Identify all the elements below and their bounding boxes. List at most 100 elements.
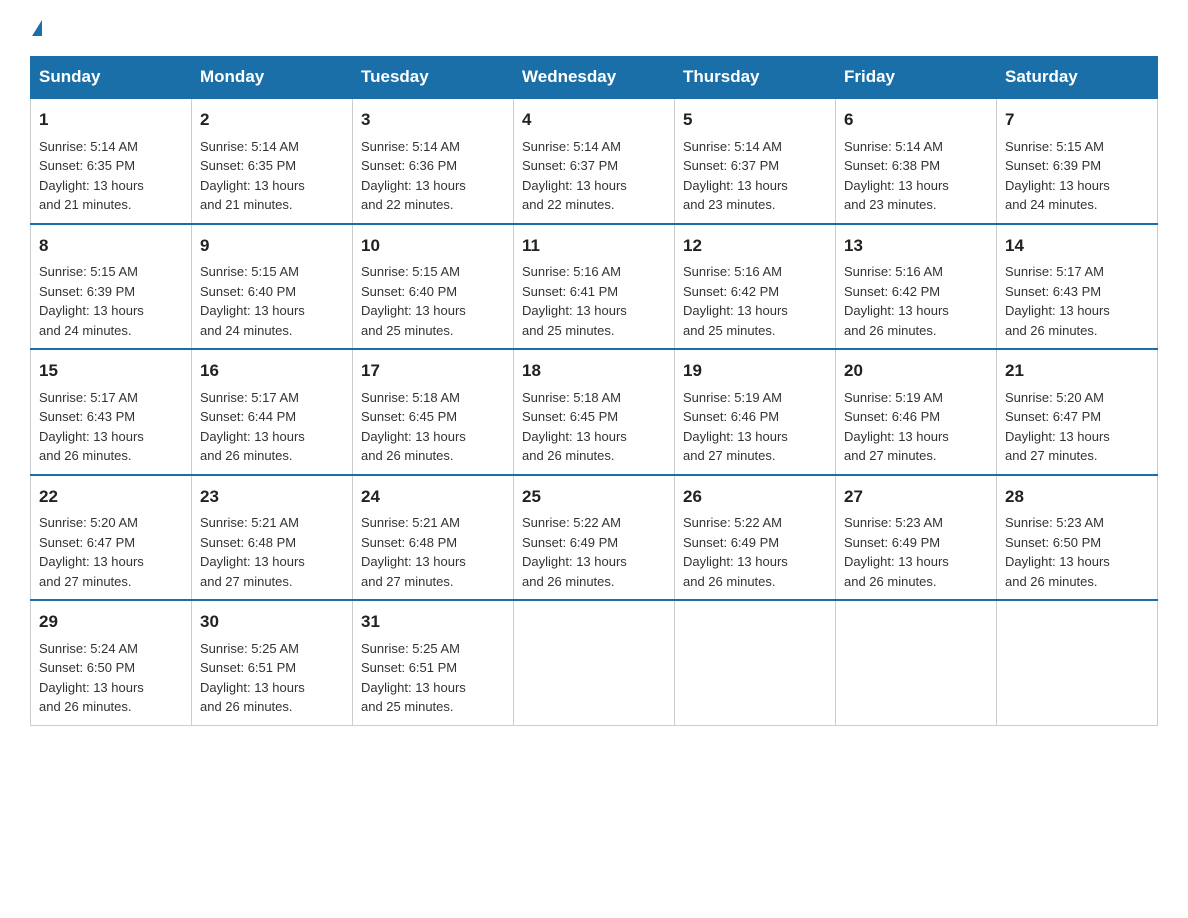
week-row-1: 1 Sunrise: 5:14 AMSunset: 6:35 PMDayligh… xyxy=(31,98,1158,224)
day-info: Sunrise: 5:21 AMSunset: 6:48 PMDaylight:… xyxy=(200,515,305,589)
day-number: 27 xyxy=(844,484,988,510)
calendar-header: SundayMondayTuesdayWednesdayThursdayFrid… xyxy=(31,57,1158,99)
day-cell-25: 25 Sunrise: 5:22 AMSunset: 6:49 PMDaylig… xyxy=(514,475,675,601)
day-info: Sunrise: 5:14 AMSunset: 6:38 PMDaylight:… xyxy=(844,139,949,213)
day-info: Sunrise: 5:20 AMSunset: 6:47 PMDaylight:… xyxy=(1005,390,1110,464)
day-cell-8: 8 Sunrise: 5:15 AMSunset: 6:39 PMDayligh… xyxy=(31,224,192,350)
day-info: Sunrise: 5:18 AMSunset: 6:45 PMDaylight:… xyxy=(361,390,466,464)
day-info: Sunrise: 5:14 AMSunset: 6:37 PMDaylight:… xyxy=(683,139,788,213)
day-info: Sunrise: 5:20 AMSunset: 6:47 PMDaylight:… xyxy=(39,515,144,589)
day-cell-10: 10 Sunrise: 5:15 AMSunset: 6:40 PMDaylig… xyxy=(353,224,514,350)
day-number: 7 xyxy=(1005,107,1149,133)
day-info: Sunrise: 5:15 AMSunset: 6:39 PMDaylight:… xyxy=(39,264,144,338)
day-info: Sunrise: 5:18 AMSunset: 6:45 PMDaylight:… xyxy=(522,390,627,464)
day-cell-5: 5 Sunrise: 5:14 AMSunset: 6:37 PMDayligh… xyxy=(675,98,836,224)
day-cell-26: 26 Sunrise: 5:22 AMSunset: 6:49 PMDaylig… xyxy=(675,475,836,601)
day-number: 2 xyxy=(200,107,344,133)
day-cell-13: 13 Sunrise: 5:16 AMSunset: 6:42 PMDaylig… xyxy=(836,224,997,350)
day-cell-29: 29 Sunrise: 5:24 AMSunset: 6:50 PMDaylig… xyxy=(31,600,192,725)
day-info: Sunrise: 5:17 AMSunset: 6:44 PMDaylight:… xyxy=(200,390,305,464)
day-number: 11 xyxy=(522,233,666,259)
day-number: 22 xyxy=(39,484,183,510)
day-cell-14: 14 Sunrise: 5:17 AMSunset: 6:43 PMDaylig… xyxy=(997,224,1158,350)
day-cell-6: 6 Sunrise: 5:14 AMSunset: 6:38 PMDayligh… xyxy=(836,98,997,224)
day-info: Sunrise: 5:16 AMSunset: 6:42 PMDaylight:… xyxy=(844,264,949,338)
day-number: 5 xyxy=(683,107,827,133)
day-info: Sunrise: 5:15 AMSunset: 6:39 PMDaylight:… xyxy=(1005,139,1110,213)
week-row-4: 22 Sunrise: 5:20 AMSunset: 6:47 PMDaylig… xyxy=(31,475,1158,601)
day-cell-11: 11 Sunrise: 5:16 AMSunset: 6:41 PMDaylig… xyxy=(514,224,675,350)
day-cell-12: 12 Sunrise: 5:16 AMSunset: 6:42 PMDaylig… xyxy=(675,224,836,350)
day-number: 10 xyxy=(361,233,505,259)
day-cell-30: 30 Sunrise: 5:25 AMSunset: 6:51 PMDaylig… xyxy=(192,600,353,725)
day-info: Sunrise: 5:22 AMSunset: 6:49 PMDaylight:… xyxy=(683,515,788,589)
day-number: 28 xyxy=(1005,484,1149,510)
day-cell-23: 23 Sunrise: 5:21 AMSunset: 6:48 PMDaylig… xyxy=(192,475,353,601)
weekday-friday: Friday xyxy=(836,57,997,99)
day-info: Sunrise: 5:21 AMSunset: 6:48 PMDaylight:… xyxy=(361,515,466,589)
day-info: Sunrise: 5:15 AMSunset: 6:40 PMDaylight:… xyxy=(361,264,466,338)
week-row-3: 15 Sunrise: 5:17 AMSunset: 6:43 PMDaylig… xyxy=(31,349,1158,475)
weekday-header-row: SundayMondayTuesdayWednesdayThursdayFrid… xyxy=(31,57,1158,99)
day-number: 1 xyxy=(39,107,183,133)
day-cell-28: 28 Sunrise: 5:23 AMSunset: 6:50 PMDaylig… xyxy=(997,475,1158,601)
day-cell-3: 3 Sunrise: 5:14 AMSunset: 6:36 PMDayligh… xyxy=(353,98,514,224)
calendar-table: SundayMondayTuesdayWednesdayThursdayFrid… xyxy=(30,56,1158,726)
day-info: Sunrise: 5:14 AMSunset: 6:37 PMDaylight:… xyxy=(522,139,627,213)
day-number: 24 xyxy=(361,484,505,510)
weekday-monday: Monday xyxy=(192,57,353,99)
day-number: 21 xyxy=(1005,358,1149,384)
day-number: 6 xyxy=(844,107,988,133)
empty-cell-w4-c4 xyxy=(675,600,836,725)
logo xyxy=(30,20,42,36)
day-cell-7: 7 Sunrise: 5:15 AMSunset: 6:39 PMDayligh… xyxy=(997,98,1158,224)
empty-cell-w4-c3 xyxy=(514,600,675,725)
day-cell-27: 27 Sunrise: 5:23 AMSunset: 6:49 PMDaylig… xyxy=(836,475,997,601)
day-cell-15: 15 Sunrise: 5:17 AMSunset: 6:43 PMDaylig… xyxy=(31,349,192,475)
day-number: 26 xyxy=(683,484,827,510)
day-info: Sunrise: 5:15 AMSunset: 6:40 PMDaylight:… xyxy=(200,264,305,338)
day-info: Sunrise: 5:25 AMSunset: 6:51 PMDaylight:… xyxy=(200,641,305,715)
week-row-5: 29 Sunrise: 5:24 AMSunset: 6:50 PMDaylig… xyxy=(31,600,1158,725)
empty-cell-w4-c6 xyxy=(997,600,1158,725)
day-number: 31 xyxy=(361,609,505,635)
weekday-wednesday: Wednesday xyxy=(514,57,675,99)
day-cell-1: 1 Sunrise: 5:14 AMSunset: 6:35 PMDayligh… xyxy=(31,98,192,224)
logo-triangle-icon xyxy=(32,20,42,36)
day-number: 16 xyxy=(200,358,344,384)
day-number: 8 xyxy=(39,233,183,259)
day-cell-18: 18 Sunrise: 5:18 AMSunset: 6:45 PMDaylig… xyxy=(514,349,675,475)
day-cell-24: 24 Sunrise: 5:21 AMSunset: 6:48 PMDaylig… xyxy=(353,475,514,601)
day-cell-17: 17 Sunrise: 5:18 AMSunset: 6:45 PMDaylig… xyxy=(353,349,514,475)
weekday-sunday: Sunday xyxy=(31,57,192,99)
day-number: 19 xyxy=(683,358,827,384)
day-info: Sunrise: 5:14 AMSunset: 6:36 PMDaylight:… xyxy=(361,139,466,213)
logo-general-row xyxy=(30,20,42,36)
page-header xyxy=(30,20,1158,36)
day-cell-19: 19 Sunrise: 5:19 AMSunset: 6:46 PMDaylig… xyxy=(675,349,836,475)
day-number: 12 xyxy=(683,233,827,259)
day-number: 20 xyxy=(844,358,988,384)
empty-cell-w4-c5 xyxy=(836,600,997,725)
weekday-saturday: Saturday xyxy=(997,57,1158,99)
calendar-body: 1 Sunrise: 5:14 AMSunset: 6:35 PMDayligh… xyxy=(31,98,1158,725)
day-info: Sunrise: 5:17 AMSunset: 6:43 PMDaylight:… xyxy=(1005,264,1110,338)
day-number: 15 xyxy=(39,358,183,384)
weekday-tuesday: Tuesday xyxy=(353,57,514,99)
day-cell-16: 16 Sunrise: 5:17 AMSunset: 6:44 PMDaylig… xyxy=(192,349,353,475)
day-cell-9: 9 Sunrise: 5:15 AMSunset: 6:40 PMDayligh… xyxy=(192,224,353,350)
day-cell-20: 20 Sunrise: 5:19 AMSunset: 6:46 PMDaylig… xyxy=(836,349,997,475)
day-info: Sunrise: 5:25 AMSunset: 6:51 PMDaylight:… xyxy=(361,641,466,715)
day-cell-22: 22 Sunrise: 5:20 AMSunset: 6:47 PMDaylig… xyxy=(31,475,192,601)
day-info: Sunrise: 5:17 AMSunset: 6:43 PMDaylight:… xyxy=(39,390,144,464)
day-info: Sunrise: 5:16 AMSunset: 6:41 PMDaylight:… xyxy=(522,264,627,338)
day-number: 23 xyxy=(200,484,344,510)
day-info: Sunrise: 5:23 AMSunset: 6:50 PMDaylight:… xyxy=(1005,515,1110,589)
day-cell-2: 2 Sunrise: 5:14 AMSunset: 6:35 PMDayligh… xyxy=(192,98,353,224)
day-number: 4 xyxy=(522,107,666,133)
day-number: 29 xyxy=(39,609,183,635)
day-info: Sunrise: 5:23 AMSunset: 6:49 PMDaylight:… xyxy=(844,515,949,589)
day-number: 17 xyxy=(361,358,505,384)
day-cell-21: 21 Sunrise: 5:20 AMSunset: 6:47 PMDaylig… xyxy=(997,349,1158,475)
day-info: Sunrise: 5:19 AMSunset: 6:46 PMDaylight:… xyxy=(683,390,788,464)
